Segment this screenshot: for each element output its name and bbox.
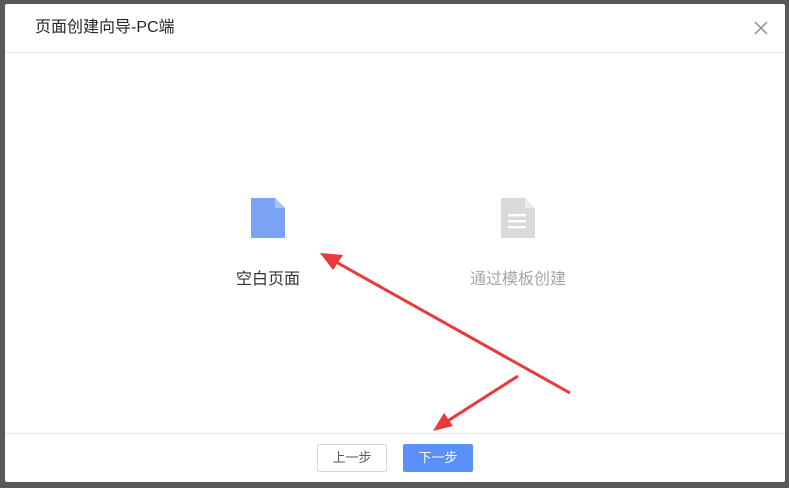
- dialog-header: 页面创建向导-PC端: [5, 4, 785, 53]
- option-blank-page-label: 空白页面: [235, 271, 300, 288]
- previous-step-button[interactable]: 上一步: [317, 444, 387, 472]
- close-icon: [754, 21, 768, 35]
- dialog-footer: 上一步 下一步: [5, 433, 785, 482]
- screen-backdrop: 页面创建向导-PC端 空白页面 通过模板创建 上一步 下一步: [0, 0, 789, 488]
- next-step-button[interactable]: 下一步: [403, 444, 473, 472]
- option-blank-page[interactable]: 空白页面: [188, 196, 348, 306]
- close-button[interactable]: [751, 18, 771, 38]
- dialog-title: 页面创建向导-PC端: [35, 19, 175, 36]
- option-from-template[interactable]: 通过模板创建: [438, 196, 598, 306]
- option-from-template-label: 通过模板创建: [469, 271, 566, 288]
- page-creation-wizard-dialog: 页面创建向导-PC端 空白页面 通过模板创建 上一步 下一步: [5, 4, 785, 482]
- document-icon: [251, 198, 285, 238]
- document-lines-icon: [501, 198, 535, 238]
